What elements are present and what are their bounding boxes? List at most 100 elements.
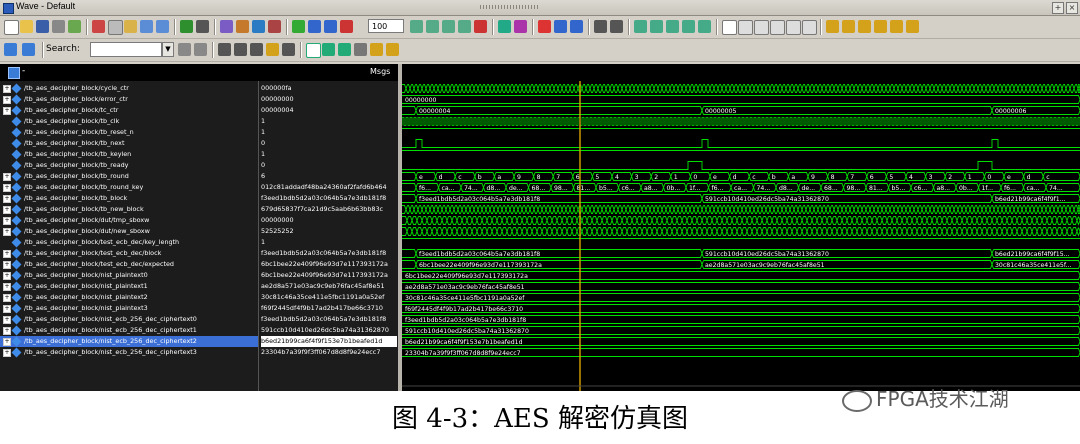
- redo-icon[interactable]: [156, 20, 169, 33]
- edge-search-icon[interactable]: [906, 20, 919, 33]
- layout-icon[interactable]: [252, 20, 265, 33]
- break-all-icon[interactable]: [458, 20, 471, 33]
- restart-icon[interactable]: [498, 20, 511, 33]
- expand-icon[interactable]: +: [3, 217, 11, 225]
- edge-rising-icon[interactable]: [874, 20, 887, 33]
- zoom-full-icon[interactable]: [250, 43, 263, 56]
- signal-row[interactable]: + /tb_aes_decipher_block/cycle_ctr: [0, 83, 258, 94]
- wave-radix-icon[interactable]: [354, 43, 367, 56]
- zoom-out-icon[interactable]: [234, 43, 247, 56]
- copy-icon[interactable]: [108, 20, 123, 35]
- signal-row[interactable]: + /tb_aes_decipher_block/nist_plaintext3: [0, 303, 258, 314]
- wave-insert-icon[interactable]: [650, 20, 663, 33]
- signal-row[interactable]: + /tb_aes_decipher_block/tc_ctr: [0, 105, 258, 116]
- search-forward-icon[interactable]: [178, 43, 191, 56]
- signal-row[interactable]: + /tb_aes_decipher_block/nist_plaintext0: [0, 270, 258, 281]
- expand-icon[interactable]: +: [3, 228, 11, 236]
- signal-row[interactable]: + /tb_aes_decipher_block/tb_new_block: [0, 204, 258, 215]
- up-arrow-icon[interactable]: [308, 20, 321, 33]
- run-icon[interactable]: [340, 20, 353, 33]
- wave-height-icon[interactable]: [338, 43, 351, 56]
- signal-row[interactable]: + /tb_aes_decipher_block/nist_ecb_256_dec…: [0, 314, 258, 325]
- edge-any-icon[interactable]: [890, 20, 903, 33]
- wave-color-icon[interactable]: [322, 43, 335, 56]
- wave-expand-icon[interactable]: [370, 43, 383, 56]
- expand-icon[interactable]: +: [3, 250, 11, 258]
- simulate-icon[interactable]: [236, 20, 249, 33]
- wave-collapse-icon[interactable]: [386, 43, 399, 56]
- wave-add-icon[interactable]: [634, 20, 647, 33]
- expand-icon[interactable]: +: [3, 107, 11, 115]
- dock-grip[interactable]: [480, 5, 540, 9]
- signal-row[interactable]: + /tb_aes_decipher_block/nist_ecb_256_dec…: [0, 336, 258, 347]
- signal-row[interactable]: + /tb_aes_decipher_block/error_ctr: [0, 94, 258, 105]
- save-icon[interactable]: [36, 20, 49, 33]
- wave-format-icon[interactable]: [306, 43, 321, 58]
- expand-icon[interactable]: +: [3, 327, 11, 335]
- expand-icon[interactable]: +: [3, 283, 11, 291]
- expand-icon[interactable]: +: [3, 173, 11, 181]
- wave-group-icon[interactable]: [666, 20, 679, 33]
- step-icon[interactable]: [292, 20, 305, 33]
- signal-row[interactable]: /tb_aes_decipher_block/tb_next: [0, 138, 258, 149]
- cut-icon[interactable]: [92, 20, 105, 33]
- stop-icon[interactable]: [474, 20, 487, 33]
- waveform-area[interactable]: 00000000 00000004 00000005 00000006 e d c b a 9 8 7…: [402, 81, 1080, 391]
- stretch-mode-icon[interactable]: [786, 20, 801, 35]
- expand-icon[interactable]: +: [3, 349, 11, 357]
- signal-row[interactable]: + /tb_aes_decipher_block/dut/new_sboxw: [0, 226, 258, 237]
- binoculars-icon[interactable]: [196, 20, 209, 33]
- expand-icon[interactable]: +: [3, 206, 11, 214]
- signal-row[interactable]: /tb_aes_decipher_block/tb_clk: [0, 116, 258, 127]
- close-icon[interactable]: ×: [1066, 2, 1078, 14]
- undock-icon[interactable]: +: [1052, 2, 1064, 14]
- zoom-in-icon[interactable]: [218, 43, 231, 56]
- signal-row[interactable]: + /tb_aes_decipher_block/nist_plaintext1: [0, 281, 258, 292]
- signal-row[interactable]: + /tb_aes_decipher_block/test_ecb_dec/blo…: [0, 248, 258, 259]
- search-input[interactable]: [90, 42, 162, 57]
- signal-row[interactable]: + /tb_aes_decipher_block/tb_block: [0, 193, 258, 204]
- signal-row[interactable]: /tb_aes_decipher_block/tb_keylen: [0, 149, 258, 160]
- new-file-icon[interactable]: [4, 20, 19, 35]
- undo-icon[interactable]: [140, 20, 153, 33]
- move-mode-icon[interactable]: [802, 20, 817, 35]
- wave-combine-icon[interactable]: [698, 20, 711, 33]
- trace-back-icon[interactable]: [610, 20, 623, 33]
- expand-icon[interactable]: +: [3, 261, 11, 269]
- expand-icon[interactable]: +: [3, 184, 11, 192]
- edge-prev-icon[interactable]: [826, 20, 839, 33]
- signal-row[interactable]: + /tb_aes_decipher_block/nist_plaintext2: [0, 292, 258, 303]
- expand-icon[interactable]: +: [3, 272, 11, 280]
- expand-icon[interactable]: +: [3, 195, 11, 203]
- zoom-cursor-icon[interactable]: [266, 43, 279, 56]
- open-folder-icon[interactable]: [20, 20, 33, 33]
- run-length-input[interactable]: 100: [368, 19, 404, 33]
- search-dropdown-icon[interactable]: ▼: [162, 42, 174, 57]
- select-mode-icon[interactable]: [722, 20, 737, 35]
- delete-cursor-icon[interactable]: [22, 43, 35, 56]
- zoom-range-icon[interactable]: [282, 43, 295, 56]
- paste-icon[interactable]: [124, 20, 137, 33]
- signal-row[interactable]: /tb_aes_decipher_block/test_ecb_dec/key_…: [0, 237, 258, 248]
- signals-icon[interactable]: [8, 67, 20, 79]
- performance-icon[interactable]: [514, 20, 527, 33]
- header-collapse-icon[interactable]: -: [22, 66, 25, 76]
- find-icon[interactable]: [180, 20, 193, 33]
- expand-icon[interactable]: +: [3, 316, 11, 324]
- signal-row[interactable]: + /tb_aes_decipher_block/nist_ecb_256_dec…: [0, 347, 258, 358]
- run-length-icon[interactable]: [324, 20, 337, 33]
- cursor-mode-icon[interactable]: [754, 20, 769, 35]
- expand-icon[interactable]: +: [3, 305, 11, 313]
- expand-icon[interactable]: +: [3, 338, 11, 346]
- edge-falling-icon[interactable]: [858, 20, 871, 33]
- signal-row[interactable]: + /tb_aes_decipher_block/tb_round_key: [0, 182, 258, 193]
- signal-row[interactable]: + /tb_aes_decipher_block/tb_round: [0, 171, 258, 182]
- edge-next-icon[interactable]: [842, 20, 855, 33]
- signal-row[interactable]: /tb_aes_decipher_block/tb_ready: [0, 160, 258, 171]
- step-over-icon[interactable]: [554, 20, 567, 33]
- signal-row[interactable]: /tb_aes_decipher_block/tb_reset_n: [0, 127, 258, 138]
- refresh-icon[interactable]: [68, 20, 81, 33]
- run-continue-icon[interactable]: [442, 20, 455, 33]
- signal-row[interactable]: + /tb_aes_decipher_block/test_ecb_dec/exp…: [0, 259, 258, 270]
- compile-icon[interactable]: [220, 20, 233, 33]
